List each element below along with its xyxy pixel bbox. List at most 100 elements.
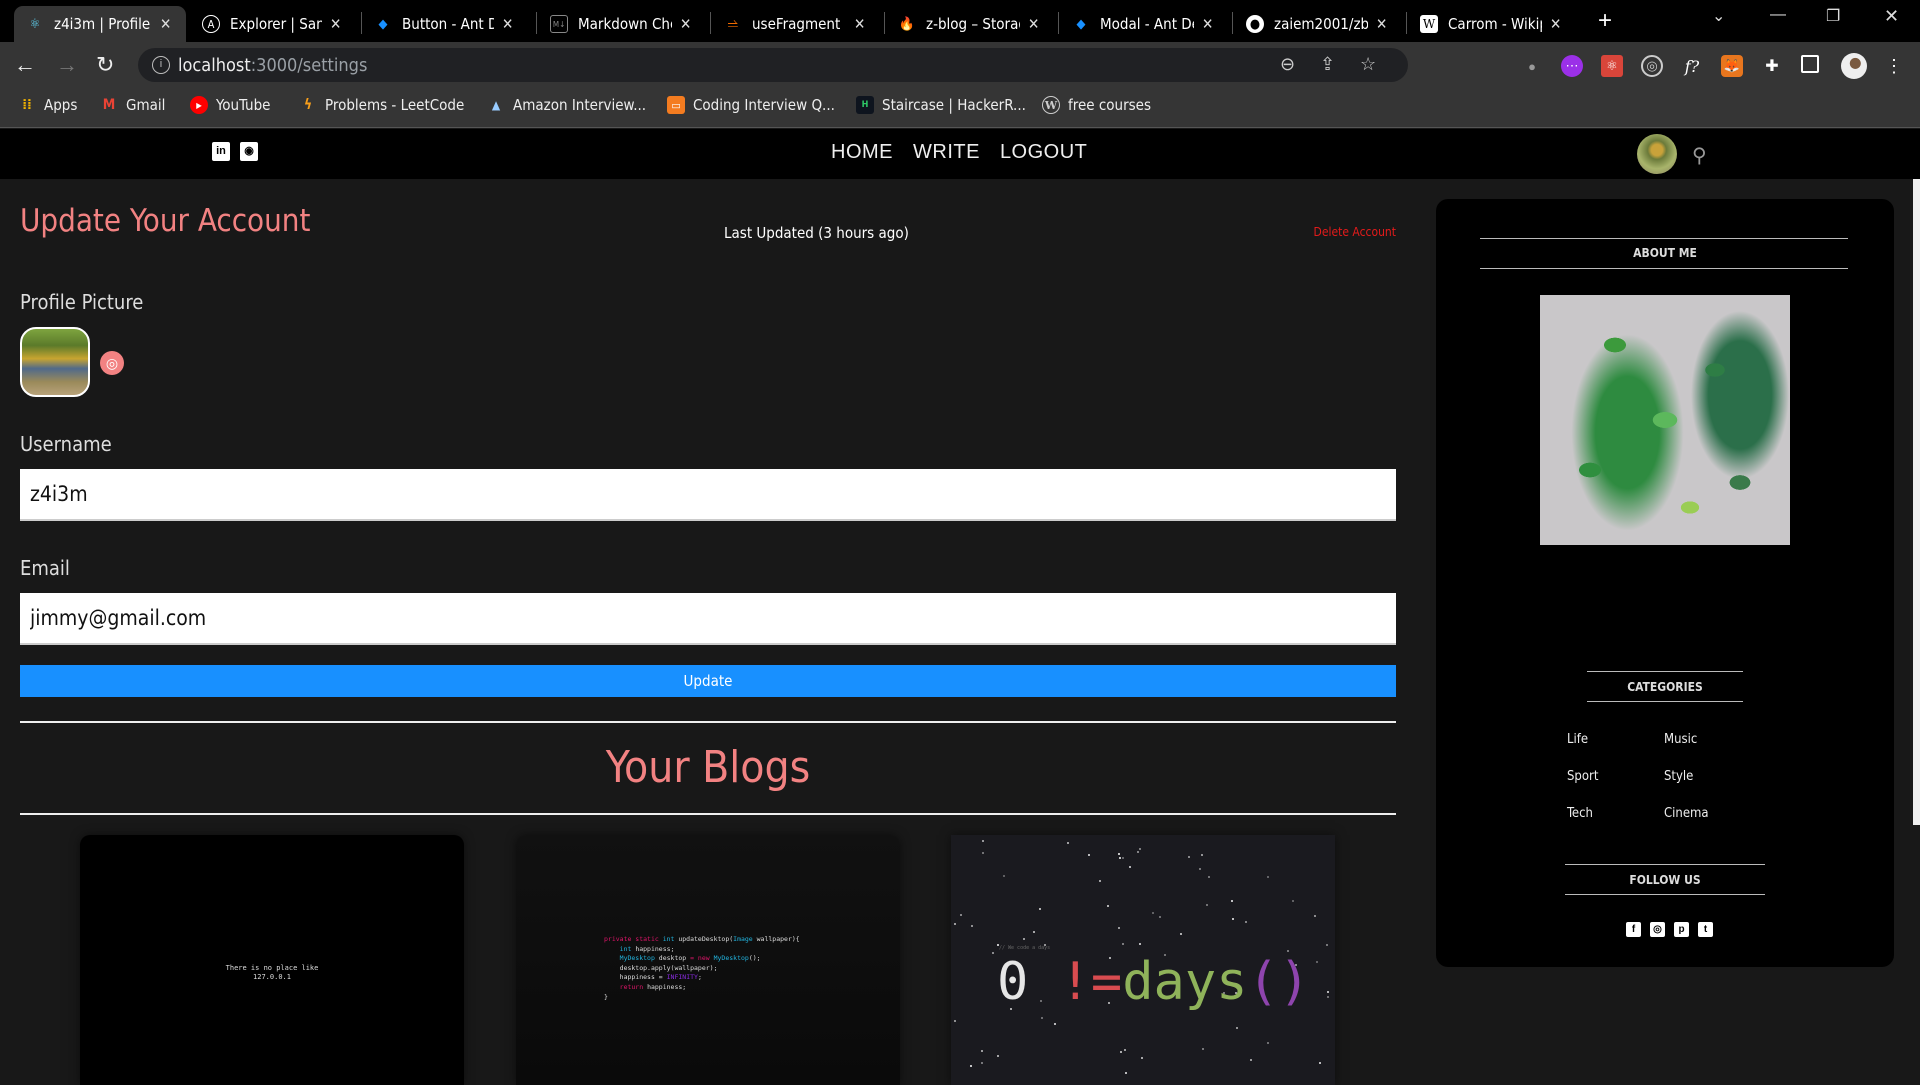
forward-button[interactable]: → bbox=[56, 52, 78, 78]
star-dot bbox=[1151, 912, 1154, 915]
your-blogs-heading: Your Blogs bbox=[605, 742, 811, 793]
address-bar[interactable]: i localhost:3000/settings ⊖ ⇪ ☆ bbox=[138, 48, 1408, 82]
main-menu: HOME WRITE LOGOUT bbox=[831, 141, 1087, 164]
antd-icon: ◆ bbox=[1076, 16, 1086, 32]
tab-divider bbox=[1406, 12, 1407, 34]
close-icon[interactable]: ✕ bbox=[502, 15, 513, 33]
share-icon[interactable]: ⇪ bbox=[1320, 54, 1335, 75]
extension-purple-icon[interactable]: ⋯ bbox=[1561, 55, 1583, 77]
star-dot bbox=[996, 1055, 999, 1058]
category-style[interactable]: Style bbox=[1664, 769, 1693, 784]
star-dot bbox=[1315, 961, 1318, 964]
star-dot bbox=[1140, 1057, 1143, 1060]
site-info-icon[interactable]: i bbox=[152, 56, 170, 74]
close-icon[interactable]: ✕ bbox=[160, 15, 171, 33]
amazon-interview-icon: ▲ bbox=[491, 98, 501, 112]
extensions-puzzle-icon[interactable]: ✚ bbox=[1761, 55, 1783, 77]
blog-card[interactable]: private static int updateDesktop(Image w… bbox=[516, 835, 900, 1085]
extension-fonts-icon[interactable]: f? bbox=[1681, 55, 1703, 77]
tab-profile[interactable]: ⚛ z4i3m | Profile ✕ bbox=[14, 6, 186, 42]
linkedin-icon[interactable]: in bbox=[212, 142, 230, 161]
tab-button-antd[interactable]: ◆ Button - Ant Design ✕ bbox=[362, 6, 530, 42]
close-icon[interactable]: ✕ bbox=[1202, 15, 1213, 33]
category-tech[interactable]: Tech bbox=[1567, 806, 1593, 821]
email-input[interactable] bbox=[20, 593, 1396, 645]
close-icon[interactable]: ✕ bbox=[1376, 15, 1387, 33]
bookmark-amazon-interview[interactable]: ▲ Amazon Interview... bbox=[487, 96, 646, 114]
bookmark-leetcode[interactable]: ϟ Problems - LeetCode bbox=[299, 96, 464, 114]
tab-explorer[interactable]: A Explorer | Sandbox ✕ bbox=[190, 6, 356, 42]
nav-logout[interactable]: LOGOUT bbox=[1000, 141, 1087, 164]
close-icon[interactable]: ✕ bbox=[854, 15, 865, 33]
tab-wikipedia[interactable]: W Carrom - Wikipedia ✕ bbox=[1408, 6, 1578, 42]
category-sport[interactable]: Sport bbox=[1567, 769, 1598, 784]
star-dot bbox=[1118, 853, 1121, 856]
bookmark-hackerrank[interactable]: H Staircase | HackerR... bbox=[856, 96, 1026, 114]
close-icon[interactable]: ✕ bbox=[1550, 15, 1561, 33]
youtube-icon: ▶ bbox=[190, 96, 208, 114]
pinterest-icon[interactable]: p bbox=[1674, 922, 1689, 937]
blog-card[interactable]: There is no place like 127.0.0.1 bbox=[80, 835, 464, 1085]
facebook-icon[interactable]: f bbox=[1626, 922, 1641, 937]
extension-target-icon[interactable]: ◎ bbox=[1641, 55, 1663, 77]
back-button[interactable]: ← bbox=[14, 52, 36, 78]
bookmark-gmail[interactable]: M Gmail bbox=[100, 96, 166, 114]
tab-zblog-storage[interactable]: 🔥 z-blog – Storage ✕ bbox=[886, 6, 1056, 42]
close-icon[interactable]: ✕ bbox=[1028, 15, 1039, 33]
username-label: Username bbox=[20, 432, 112, 456]
update-button[interactable]: Update bbox=[20, 665, 1396, 697]
star-dot bbox=[1053, 1022, 1056, 1025]
username-input[interactable] bbox=[20, 469, 1396, 521]
restore-button[interactable]: ❐ bbox=[1826, 6, 1840, 26]
extension-react-devtools-icon[interactable]: ⚛ bbox=[1601, 55, 1623, 77]
close-icon[interactable]: ✕ bbox=[680, 15, 691, 33]
tab-modal-antd[interactable]: ◆ Modal - Ant Design ✕ bbox=[1060, 6, 1230, 42]
star-dot bbox=[981, 1061, 984, 1064]
extension-bug-icon[interactable]: ● bbox=[1521, 55, 1543, 77]
metamask-icon[interactable]: 🦊 bbox=[1721, 55, 1743, 77]
card-code-image: private static int updateDesktop(Image w… bbox=[604, 935, 800, 1001]
category-cinema[interactable]: Cinema bbox=[1664, 806, 1709, 821]
page-title: Update Your Account bbox=[20, 203, 311, 239]
star-dot bbox=[1087, 853, 1090, 856]
reload-button[interactable]: ↻ bbox=[96, 52, 114, 78]
star-dot bbox=[992, 952, 995, 955]
blog-card[interactable]: // We code a days 0 !=days() bbox=[951, 835, 1335, 1085]
url-text: localhost:3000/settings bbox=[178, 55, 368, 76]
close-icon[interactable]: ✕ bbox=[330, 15, 341, 33]
bookmark-star-icon[interactable]: ☆ bbox=[1360, 54, 1376, 75]
new-tab-button[interactable]: + bbox=[1598, 7, 1612, 35]
bookmark-free-courses[interactable]: Wfree courses bbox=[1042, 96, 1151, 114]
star-dot bbox=[1208, 876, 1211, 879]
zoom-out-icon[interactable]: ⊖ bbox=[1280, 54, 1295, 75]
browser-menu-icon[interactable]: ⋮ bbox=[1883, 55, 1905, 77]
side-panel-icon[interactable] bbox=[1801, 55, 1819, 73]
tab-markdown[interactable]: M↓ Markdown Cheatsheet ✕ bbox=[538, 6, 708, 42]
delete-account-link[interactable]: Delete Account bbox=[1314, 225, 1396, 239]
profile-avatar[interactable] bbox=[1841, 53, 1867, 79]
star-dot bbox=[1199, 868, 1202, 871]
categories-title: CATEGORIES bbox=[1627, 680, 1703, 694]
minimize-button[interactable]: — bbox=[1770, 6, 1786, 24]
nav-home[interactable]: HOME bbox=[831, 141, 893, 164]
category-music[interactable]: Music bbox=[1664, 732, 1697, 747]
twitter-icon[interactable]: t bbox=[1698, 922, 1713, 937]
star-dot bbox=[1250, 1059, 1253, 1062]
category-life[interactable]: Life bbox=[1567, 732, 1588, 747]
change-picture-icon[interactable]: ◎ bbox=[100, 351, 124, 375]
close-window-button[interactable]: ✕ bbox=[1884, 6, 1899, 27]
user-avatar[interactable] bbox=[1637, 134, 1677, 174]
instagram-icon[interactable]: ◎ bbox=[1650, 922, 1665, 937]
github-icon[interactable]: ◉ bbox=[240, 142, 258, 161]
tab-search-chevron-icon[interactable]: ⌄ bbox=[1712, 6, 1725, 26]
tab-usefragment[interactable]: ⥬ useFragment | ✕ bbox=[712, 6, 882, 42]
nav-write[interactable]: WRITE bbox=[913, 141, 980, 164]
bookmark-coding-interview[interactable]: ▭ Coding Interview Q... bbox=[667, 96, 835, 114]
tab-github[interactable]: ● zaiem2001/zblog ✕ bbox=[1234, 6, 1404, 42]
search-icon[interactable]: ⚲ bbox=[1692, 143, 1707, 168]
bookmark-youtube[interactable]: ▶ YouTube bbox=[190, 96, 270, 114]
divider bbox=[1480, 238, 1848, 239]
page-scrollbar[interactable] bbox=[1913, 179, 1920, 825]
star-dot bbox=[970, 925, 973, 928]
bookmark-apps[interactable]: ⁞⁞ Apps bbox=[18, 96, 77, 114]
